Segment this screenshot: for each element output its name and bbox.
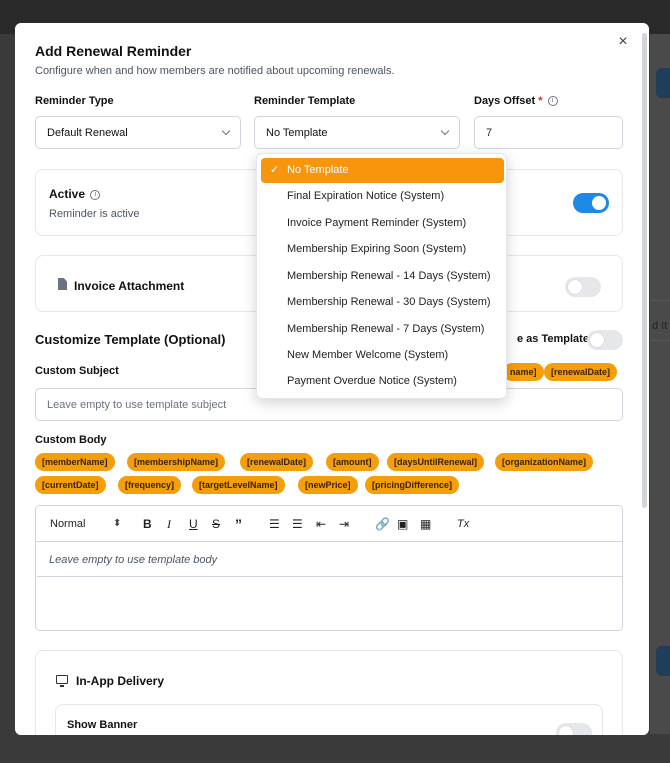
modal-title: Add Renewal Reminder — [35, 43, 192, 59]
show-banner-label: Show Banner — [67, 719, 138, 731]
backdrop-text: d It — [652, 320, 668, 332]
editor-placeholder: Leave empty to use template body — [49, 554, 218, 566]
monitor-icon — [56, 675, 68, 684]
quote-icon[interactable]: ” — [235, 517, 242, 531]
save-as-template-label: e as Template — [517, 333, 589, 345]
reminder-type-select[interactable]: Default Renewal — [35, 116, 241, 149]
invoice-attachment-label: Invoice Attachment — [74, 279, 185, 293]
ordered-list-icon[interactable]: ☰ — [269, 517, 280, 531]
backdrop-button — [656, 68, 670, 98]
customize-heading: Customize Template (Optional) — [35, 332, 226, 347]
active-toggle[interactable] — [573, 193, 609, 213]
body-variable-chip[interactable]: [renewalDate] — [240, 453, 314, 471]
body-variable-chip[interactable]: [newPrice] — [298, 476, 358, 494]
chevron-down-icon — [221, 126, 231, 135]
show-banner-toggle[interactable] — [556, 723, 592, 735]
days-offset-input[interactable]: 7 — [474, 116, 623, 149]
info-icon[interactable]: i — [90, 189, 101, 200]
backdrop-button — [656, 646, 670, 676]
reminder-template-label: Reminder Template — [254, 95, 356, 107]
body-variable-chip[interactable]: [daysUntilRenewal] — [387, 453, 485, 471]
info-icon[interactable]: i — [547, 96, 558, 107]
template-option[interactable]: Invoice Payment Reminder (System) — [261, 211, 504, 236]
template-option[interactable]: Membership Expiring Soon (System) — [261, 237, 504, 262]
image-icon[interactable]: ▣ — [397, 517, 408, 531]
active-label: Active i — [49, 187, 101, 201]
custom-body-label: Custom Body — [35, 434, 107, 446]
body-variable-chip[interactable]: [amount] — [326, 453, 379, 471]
clear-format-icon[interactable]: Tx — [457, 517, 469, 531]
body-variable-chip[interactable]: [targetLevelName] — [192, 476, 285, 494]
reminder-type-label: Reminder Type — [35, 95, 114, 107]
bold-button[interactable]: B — [143, 517, 152, 531]
save-as-template-toggle[interactable] — [587, 330, 623, 350]
body-variable-chip[interactable]: [memberName] — [35, 453, 115, 471]
template-option[interactable]: Membership Renewal - 30 Days (System) — [261, 290, 504, 315]
body-variable-chip[interactable]: [membershipName] — [127, 453, 226, 471]
modal-scrollbar[interactable] — [642, 33, 647, 508]
required-mark: * — [538, 95, 543, 107]
format-select-arrows-icon[interactable]: ⬍ — [113, 517, 121, 531]
in-app-heading: In-App Delivery — [76, 674, 165, 688]
backdrop-divider — [650, 340, 670, 341]
template-option[interactable]: New Member Welcome (System) — [261, 343, 504, 368]
invoice-attachment-toggle[interactable] — [565, 277, 601, 297]
monitor-icon-stand — [60, 685, 64, 687]
editor-toolbar: Normal ⬍ B I U S ” ☰ ☰ ⇤ ⇥ 🔗 ▣ ▦ Tx — [36, 506, 622, 542]
subject-variable-chip[interactable]: name] — [503, 363, 544, 381]
reminder-template-dropdown: ✓ No Template Final Expiration Notice (S… — [256, 153, 507, 399]
template-option[interactable]: Membership Renewal - 14 Days (System) — [261, 264, 504, 289]
show-banner-card: Show Banner — [55, 704, 603, 735]
format-select[interactable]: Normal — [50, 517, 85, 531]
body-variable-chip[interactable]: [organizationName] — [495, 453, 594, 471]
outdent-icon[interactable]: ⇤ — [316, 517, 326, 531]
video-icon[interactable]: ▦ — [420, 517, 431, 531]
in-app-delivery-card: In-App Delivery Show Banner — [35, 650, 623, 735]
indent-icon[interactable]: ⇥ — [339, 517, 349, 531]
document-icon — [58, 278, 67, 290]
check-icon: ✓ — [270, 164, 280, 176]
link-icon[interactable]: 🔗 — [375, 517, 390, 531]
subject-variable-chip[interactable]: [renewalDate] — [544, 363, 618, 381]
template-option[interactable]: Membership Renewal - 7 Days (System) — [261, 317, 504, 342]
backdrop-divider — [650, 300, 670, 301]
modal-subtitle: Configure when and how members are notif… — [35, 65, 395, 77]
chevron-down-icon — [440, 126, 450, 135]
bullet-list-icon[interactable]: ☰ — [292, 517, 303, 531]
close-icon[interactable]: × — [615, 34, 631, 50]
reminder-template-select[interactable]: No Template — [254, 116, 460, 149]
custom-subject-label: Custom Subject — [35, 365, 119, 377]
template-option[interactable]: Payment Overdue Notice (System) — [261, 369, 504, 394]
body-variable-chip[interactable]: [currentDate] — [35, 476, 106, 494]
strike-button[interactable]: S — [212, 517, 220, 531]
body-variable-chip[interactable]: [pricingDifference] — [365, 476, 460, 494]
days-offset-label: Days Offset * i — [474, 95, 558, 107]
body-variable-chip[interactable]: [frequency] — [118, 476, 182, 494]
custom-body-editor[interactable]: Normal ⬍ B I U S ” ☰ ☰ ⇤ ⇥ 🔗 ▣ ▦ Tx Leav… — [35, 505, 623, 631]
underline-button[interactable]: U — [189, 517, 198, 531]
template-option-no-template[interactable]: ✓ No Template — [261, 158, 504, 183]
backdrop-page — [650, 34, 670, 734]
italic-button[interactable]: I — [167, 517, 171, 531]
template-option[interactable]: Final Expiration Notice (System) — [261, 184, 504, 209]
active-description: Reminder is active — [49, 208, 140, 220]
